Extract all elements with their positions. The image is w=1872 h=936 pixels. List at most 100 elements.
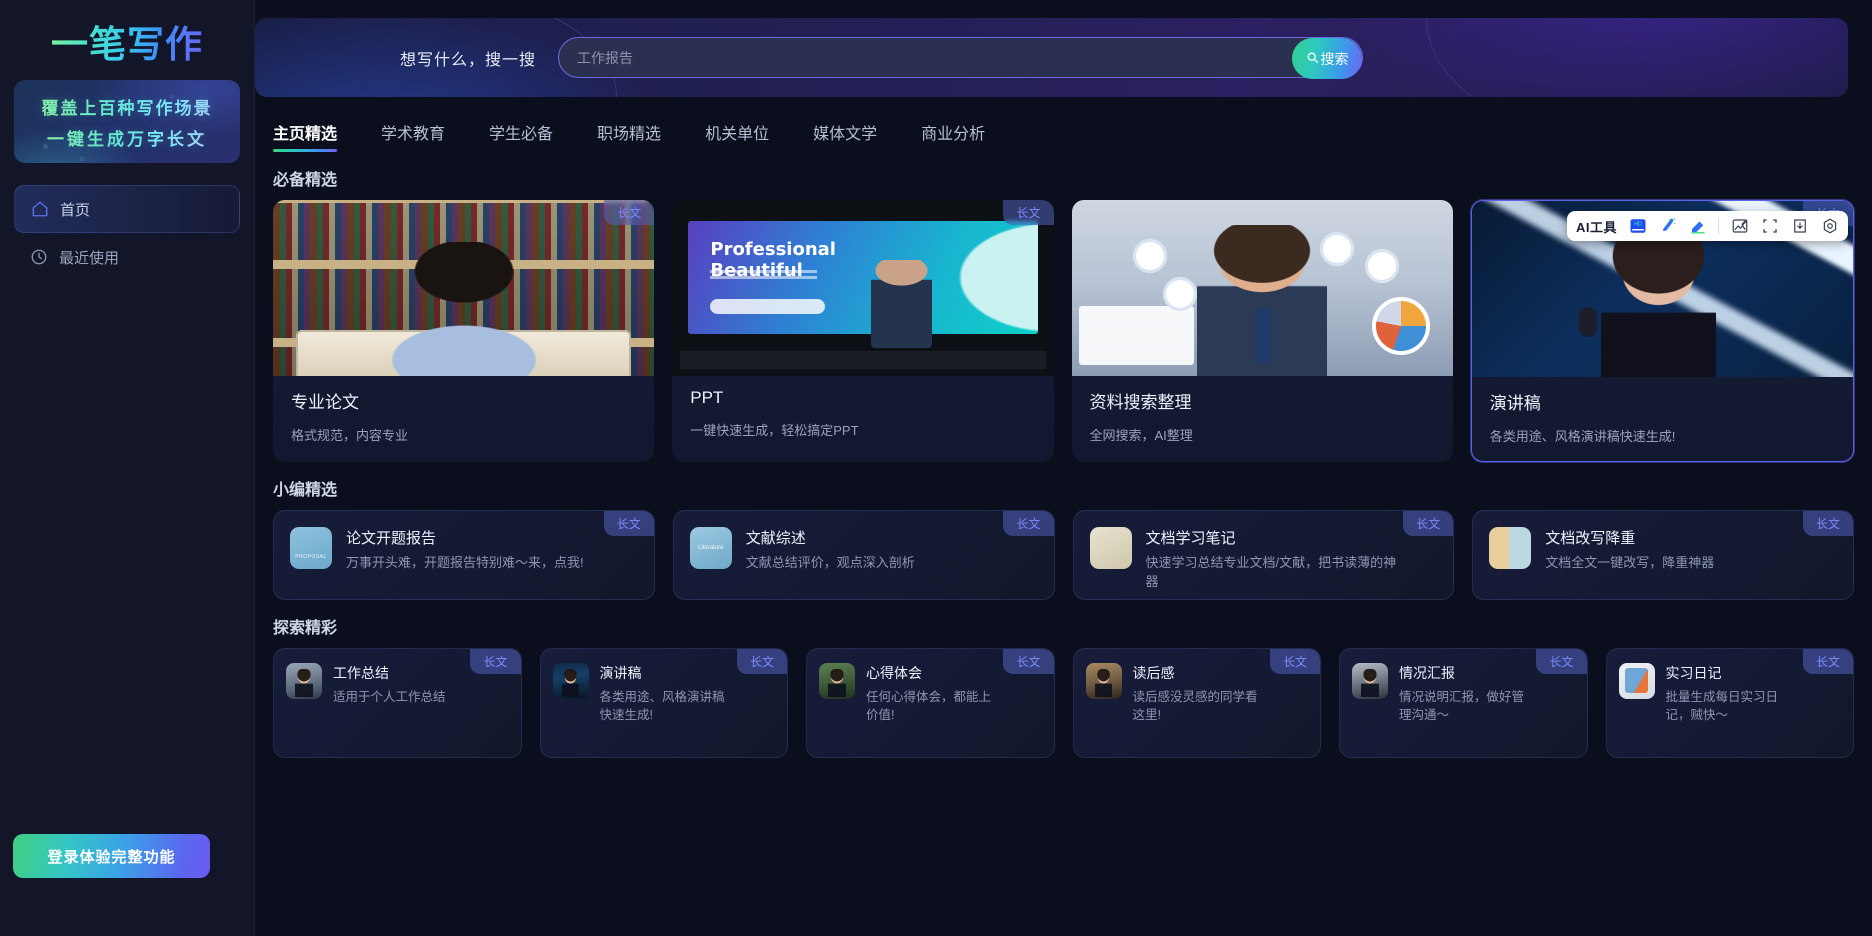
sidebar: 一笔写作 覆盖上百种写作场景 一键生成万字长文 首页 最近使用 登录体验完整功能	[0, 0, 255, 936]
card-title: 文档改写降重	[1545, 530, 1636, 547]
category-tabs: 主页精选 学术教育 学生必备 职场精选 机关单位 媒体文学 商业分析	[255, 97, 1872, 152]
search-box: 搜索	[558, 37, 1364, 79]
sidebar-item-recent[interactable]: 最近使用	[14, 233, 240, 281]
card-title: 读后感	[1132, 665, 1175, 681]
card-thesis-proposal[interactable]: 长文 PROPOSAL 论文开题报告 万事开头难，开题报告特别难～来，点我!	[273, 510, 655, 600]
card-research-organize[interactable]: 资料搜索整理 全网搜索，AI整理	[1071, 200, 1453, 462]
promo-line-1: 覆盖上百种写作场景	[42, 94, 213, 119]
card-internship-diary[interactable]: 长文 实习日记 批量生成每日实习日记，贼快～	[1605, 648, 1854, 758]
sidebar-item-label-recent: 最近使用	[59, 249, 120, 267]
situation-report-icon	[1352, 663, 1388, 699]
promo-line-2: 一键生成万字长文	[47, 125, 207, 150]
sidebar-nav: 首页 最近使用	[0, 185, 254, 281]
library-photo	[273, 200, 655, 376]
card-book-report[interactable]: 长文 读后感 读后感没灵感的同学看这里!	[1072, 648, 1321, 758]
card-desc: 文档全文一键改写，降重神器	[1545, 555, 1715, 570]
tab-workplace[interactable]: 职场精选	[597, 120, 661, 152]
eraser-icon[interactable]	[1688, 217, 1707, 236]
editor-picks-row: 长文 PROPOSAL 论文开题报告 万事开头难，开题报告特别难～来，点我! 长…	[255, 510, 1872, 600]
card-title: 资料搜索整理	[1089, 393, 1192, 412]
card-desc: 各类用途、风格演讲稿快速生成!	[1489, 429, 1676, 444]
literature-icon-text: Literature	[698, 545, 724, 551]
home-icon	[31, 200, 49, 218]
tab-government[interactable]: 机关单位	[705, 120, 769, 152]
insight-icon	[819, 663, 855, 699]
ai-tools-button[interactable]: AI工具	[1576, 217, 1617, 236]
card-title: 演讲稿	[599, 665, 642, 681]
section-title-editor-picks: 小编精选	[273, 482, 338, 499]
image-edit-icon[interactable]	[1730, 217, 1749, 236]
card-situation-report[interactable]: 长文 情况汇报 情况说明汇报，做好管理沟通～	[1339, 648, 1588, 758]
card-title: 心得体会	[866, 665, 922, 681]
badge-long-text: 长文	[1403, 511, 1454, 536]
toolbar-divider	[1718, 218, 1719, 234]
search-icon	[1306, 51, 1319, 67]
card-title: 论文开题报告	[346, 530, 437, 547]
settings-icon[interactable]	[1820, 217, 1839, 236]
card-desc: 万事开头难，开题报告特别难～来，点我!	[346, 555, 584, 570]
tab-student[interactable]: 学生必备	[489, 120, 553, 152]
search-prompt-label: 想写什么，搜一搜	[400, 51, 537, 69]
hd-icon[interactable]: HD	[1628, 217, 1647, 236]
card-title: 实习日记	[1665, 665, 1722, 681]
download-icon[interactable]	[1790, 217, 1809, 236]
badge-long-text: 长文	[1802, 649, 1853, 674]
internship-diary-icon	[1618, 663, 1655, 699]
card-desc: 格式规范，内容专业	[291, 428, 409, 443]
card-desc: 适用于个人工作总结	[333, 690, 446, 704]
notes-icon	[1089, 527, 1132, 569]
speech-icon	[552, 663, 589, 699]
card-thumbnail	[1071, 200, 1453, 376]
login-button[interactable]: 登录体验完整功能	[13, 834, 210, 878]
card-title: 演讲稿	[1489, 394, 1541, 413]
tab-business-analysis[interactable]: 商业分析	[921, 120, 985, 152]
card-thumbnail: ProfessionalBeautiful	[672, 200, 1054, 376]
logo[interactable]: 一笔写作	[0, 0, 254, 74]
promo-banner[interactable]: 覆盖上百种写作场景 一键生成万字长文	[14, 80, 240, 163]
card-desc: 一键快速生成，轻松搞定PPT	[690, 423, 859, 438]
explore-row: 长文 工作总结 适用于个人工作总结 长文 演讲稿 各类用途、风格演讲稿快速生成!…	[255, 648, 1872, 758]
search-input[interactable]	[559, 38, 1363, 77]
card-desc: 情况说明汇报，做好管理沟通～	[1399, 690, 1525, 723]
rewrite-icon	[1489, 527, 1532, 569]
card-title: PPT	[690, 388, 724, 407]
card-study-notes[interactable]: 长文 文档学习笔记 快速学习总结专业文档/文献，把书读薄的神器	[1072, 510, 1455, 600]
badge-long-text: 长文	[1003, 649, 1054, 674]
card-speech[interactable]: 长文 演讲稿 各类用途、风格演讲稿快速生成!	[539, 648, 788, 758]
card-title: 文档学习笔记	[1145, 530, 1236, 547]
card-thumbnail	[273, 200, 655, 376]
card-literature-review[interactable]: 长文 Literature 文献综述 文献总结评价，观点深入剖析	[672, 510, 1055, 600]
sidebar-item-home[interactable]: 首页	[14, 185, 240, 233]
badge-long-text: 长文	[603, 511, 654, 536]
tab-media-literature[interactable]: 媒体文学	[813, 120, 877, 152]
card-desc: 读后感没灵感的同学看这里!	[1132, 690, 1258, 723]
proposal-icon: PROPOSAL	[290, 527, 332, 569]
card-desc: 各类用途、风格演讲稿快速生成!	[599, 690, 725, 723]
book-report-icon	[1085, 663, 1122, 699]
card-ppt[interactable]: 长文 ProfessionalBeautiful PPT 一键快速生成，轻松搞定…	[672, 200, 1054, 462]
ai-tools-label: AI工具	[1575, 219, 1617, 235]
card-desc: 任何心得体会，都能上价值!	[866, 690, 992, 723]
sidebar-item-label-home: 首页	[60, 201, 91, 219]
badge-long-text: 长文	[736, 649, 787, 674]
card-desc: 快速学习总结专业文档/文献，把书读薄的神器	[1145, 555, 1397, 589]
ppt-photo: ProfessionalBeautiful	[672, 200, 1054, 376]
card-work-summary[interactable]: 长文 工作总结 适用于个人工作总结	[273, 648, 522, 758]
search-button[interactable]: 搜索	[1292, 38, 1363, 79]
card-insight[interactable]: 长文 心得体会 任何心得体会，都能上价值!	[806, 648, 1055, 758]
magic-wand-icon[interactable]	[1658, 217, 1677, 236]
card-document-rewrite[interactable]: 长文 文档改写降重 文档全文一键改写，降重神器	[1472, 510, 1854, 600]
badge-long-text: 长文	[1269, 649, 1320, 674]
card-title: 情况汇报	[1399, 665, 1455, 681]
badge-long-text: 长文	[1003, 200, 1054, 225]
search-button-label: 搜索	[1320, 50, 1349, 67]
card-professional-paper[interactable]: 长文 专业论文 格式规范，内容专业	[273, 200, 655, 462]
badge-long-text: 长文	[604, 200, 655, 225]
svg-text:HD: HD	[1634, 221, 1642, 227]
proposal-icon-text: PROPOSAL	[295, 554, 327, 560]
main-content: AI工具 HD 想写什么，搜一搜 工作报告 搜索 主页精选 学术教育 学生必备 …	[255, 0, 1872, 936]
tab-home-featured[interactable]: 主页精选	[273, 120, 338, 152]
crop-icon[interactable]	[1760, 217, 1779, 236]
tab-academic[interactable]: 学术教育	[381, 120, 445, 152]
analyst-photo	[1071, 200, 1453, 376]
